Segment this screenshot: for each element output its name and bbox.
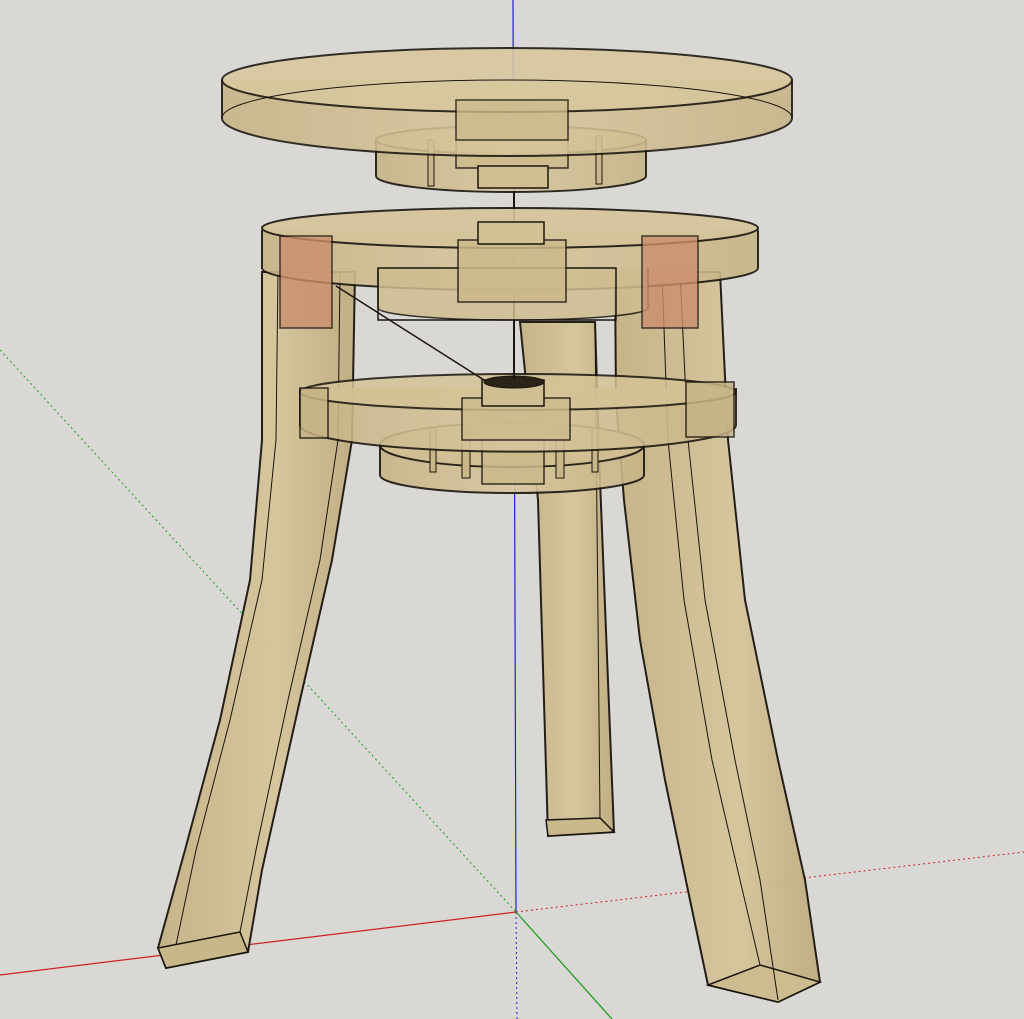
seat-top[interactable] bbox=[221, 47, 793, 157]
leg-pad-left bbox=[279, 235, 333, 329]
y-axis bbox=[515, 911, 613, 1019]
lower-ring[interactable] bbox=[299, 373, 737, 453]
leg-pad-right bbox=[641, 235, 699, 329]
model-viewport[interactable] bbox=[0, 0, 1024, 1019]
x-axis bbox=[0, 911, 517, 976]
z-axis-negative bbox=[515, 911, 518, 1019]
leg-left[interactable] bbox=[156, 271, 357, 970]
model-canvas[interactable] bbox=[0, 0, 1024, 1019]
